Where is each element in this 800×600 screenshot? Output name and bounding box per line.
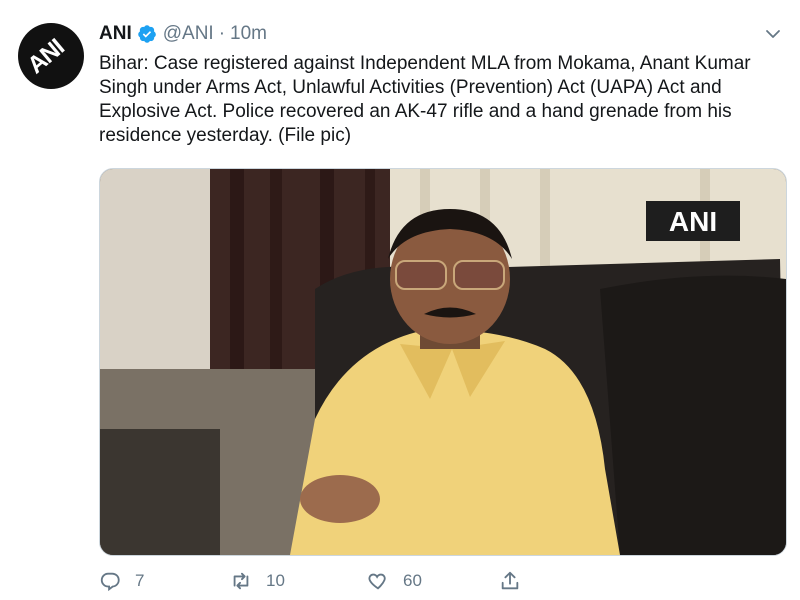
retweet-button[interactable]: 10 <box>230 570 285 592</box>
like-count: 60 <box>403 571 422 590</box>
reply-count: 7 <box>135 571 145 590</box>
retweet-icon <box>233 572 249 590</box>
tweet-media-photo[interactable]: ANI <box>99 168 787 556</box>
like-icon <box>368 573 386 590</box>
header-separator: · <box>218 23 226 44</box>
tweet-timestamp[interactable]: 10m <box>230 23 267 45</box>
reply-icon <box>100 572 120 592</box>
retweet-count: 10 <box>266 571 285 590</box>
share-icon <box>501 571 519 590</box>
share-button[interactable] <box>499 570 535 592</box>
chevron-down-icon[interactable] <box>764 25 782 43</box>
tweet-actions: 7 10 60 <box>99 570 639 600</box>
media-watermark: ANI <box>669 206 717 237</box>
verified-badge-icon <box>137 25 156 43</box>
author-handle[interactable]: @ANI <box>163 23 214 45</box>
reply-button[interactable]: 7 <box>99 570 144 592</box>
tweet-header: ANI @ANI · 10m <box>99 20 267 48</box>
like-button[interactable]: 60 <box>367 570 422 592</box>
author-avatar[interactable]: ANI <box>18 23 84 89</box>
media-illustration: ANI <box>100 169 786 555</box>
author-name[interactable]: ANI <box>99 23 132 45</box>
tweet-text: Bihar: Case registered against Independe… <box>99 53 751 146</box>
avatar-logo-text: ANI <box>22 33 70 80</box>
